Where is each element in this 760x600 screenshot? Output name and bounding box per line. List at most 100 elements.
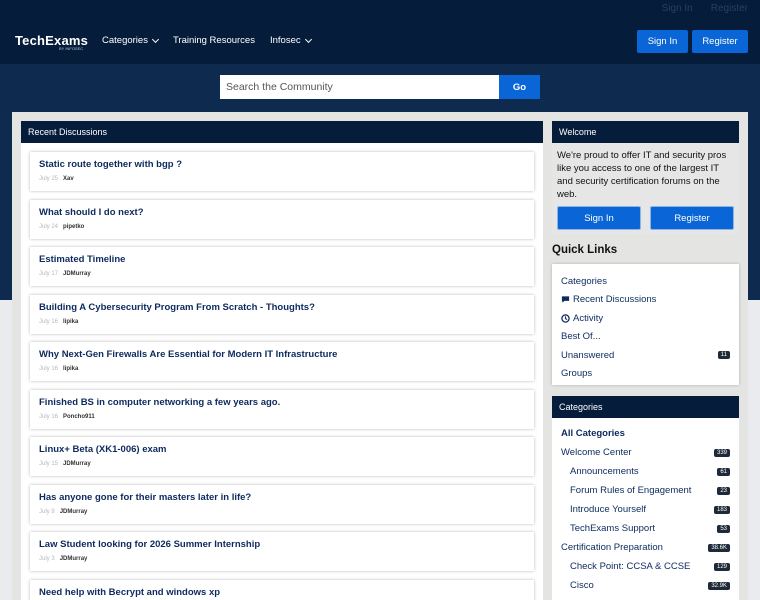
discussion-title-link[interactable]: Has anyone gone for their masters later … [39,492,525,503]
discussion-title-link[interactable]: Building A Cybersecurity Program From Sc… [39,302,525,313]
category-item[interactable]: Certification Preparation 38.6K [561,538,730,557]
discussion-author-link[interactable]: lipika [63,366,78,372]
discussion-title-link[interactable]: Law Student looking for 2026 Summer Inte… [39,539,525,550]
nav-training-resources[interactable]: Training Resources [173,35,255,46]
welcome-register-button[interactable]: Register [650,206,734,230]
category-item[interactable]: Announcements 61 [561,462,730,481]
category-label: Check Point: CCSA & CCSE [570,561,691,572]
search-input[interactable] [220,75,499,99]
nav-training-label: Training Resources [172,35,255,46]
welcome-header: Welcome [552,121,739,143]
quick-link-label: Categories [561,275,607,287]
category-item[interactable]: All Categories [561,424,730,443]
nav-infosec-label: Infosec [269,35,301,46]
discussion-date: July 25 [39,176,59,182]
discussion-author-link[interactable]: JDMurray [63,461,91,467]
discussion-meta: July 8 JDMurray [39,509,525,515]
discussion-author-link[interactable]: JDMurray [63,271,91,277]
category-label: Cisco [570,580,594,591]
welcome-signin-button[interactable]: Sign In [557,206,641,230]
signin-button[interactable]: Sign In [637,30,688,53]
discussion-title-link[interactable]: Static route together with bgp ? [39,159,525,170]
register-button[interactable]: Register [692,30,748,53]
discussion-item: Why Next-Gen Firewalls Are Essential for… [30,342,534,381]
category-item[interactable]: Welcome Center 339 [561,443,730,462]
quick-link-label: Recent Discussions [573,294,657,306]
category-item[interactable]: TechExams Support 53 [561,519,730,538]
discussion-meta: July 17 JDMurray [39,271,525,277]
categories-box: Categories All Categories Welcome Center 3… [552,396,739,600]
discussion-meta: July 25 Xav [39,176,525,182]
discussion-list: Static route together with bgp ? July 25 X… [21,143,543,600]
discussion-title-link[interactable]: Why Next-Gen Firewalls Are Essential for… [39,349,525,360]
quick-link-item[interactable]: Recent Discussions [561,291,730,310]
count-badge: 11 [717,351,730,360]
discussion-date: July 16 [39,413,59,420]
category-item[interactable]: Introduce Yourself 183 [561,500,730,519]
discussion-date: July 15 [39,461,59,467]
category-item[interactable]: Cisco 32.9K [561,576,730,595]
top-signin-link[interactable]: Sign In [662,3,693,14]
recent-discussions-header: Recent Discussions [21,121,543,143]
quick-links-title: Quick Links [552,244,618,256]
discussion-item: Has anyone gone for their masters later … [30,484,534,524]
nav-categories-label: Categories [102,35,148,46]
discussion-author-link[interactable]: lipika [63,319,78,325]
chevron-down-icon [151,35,159,43]
quick-link-item[interactable]: Categories [561,272,730,291]
category-label: Certification Preparation [561,542,663,553]
quick-links-list: Categories Recent Discussions Activity Best… [552,264,739,385]
count-badge: 183 [713,505,730,514]
discussion-title-link[interactable]: Linux+ Beta (XK1-006) exam [39,444,525,455]
top-strip: Sign In Register [0,0,760,20]
count-badge: 23 [717,486,730,495]
top-register-link[interactable]: Register [711,3,748,14]
discussion-title-link[interactable]: Need help with Becrypt and windows xp [39,587,525,598]
discussion-date: July 16 [39,366,59,372]
search-bar: Go [220,75,540,99]
discussion-title-link[interactable]: Finished BS in computer networking a few… [39,397,525,408]
category-item[interactable]: Forum Rules of Engagement 23 [561,481,730,500]
categories-list: All Categories Welcome Center 339 Announcem… [552,418,739,600]
logo-subtitle: BY INFOSEC [59,46,84,51]
nav-categories[interactable]: Categories [102,35,159,46]
category-item[interactable] [561,595,730,600]
categories-header: Categories [552,396,739,418]
count-badge: 32.9K [708,581,730,590]
discussion-meta: July 24 pipetko [39,224,525,230]
nav-infosec[interactable]: Infosec [269,35,312,46]
count-badge: 53 [717,524,730,533]
top-links: Sign In Register [662,3,748,14]
quick-link-item[interactable]: Best Of... [561,328,730,347]
discussion-date: July 3 [39,556,55,562]
discussion-author-link[interactable]: Poncho911 [63,414,95,420]
discussion-author-link[interactable]: Xav [63,176,74,182]
category-label: Announcements [570,466,639,477]
sidebar: Welcome We're proud to offer IT and secu… [552,121,739,600]
discussion-item: Building A Cybersecurity Program From Sc… [30,294,534,334]
discussion-title-link[interactable]: Estimated Timeline [39,254,525,265]
discussion-item: Linux+ Beta (XK1-006) exam July 15 JDMurra… [30,437,534,476]
welcome-box: Welcome We're proud to offer IT and secu… [552,121,739,234]
discussion-author-link[interactable]: JDMurray [60,556,88,562]
count-badge: 38.6K [708,543,730,552]
category-label: Forum Rules of Engagement [570,485,692,496]
search-go-button[interactable]: Go [499,75,540,99]
count-badge: 61 [717,467,730,476]
quick-link-item[interactable]: Unanswered 11 [561,346,730,365]
category-item[interactable]: Check Point: CCSA & CCSE 129 [561,557,730,576]
welcome-buttons: Sign In Register [557,206,734,230]
discussion-item: Law Student looking for 2026 Summer Inte… [30,532,534,571]
category-label: All Categories [561,428,625,439]
quick-link-label: Unanswered [561,349,615,361]
discussion-meta: July 16 lipika [39,319,525,325]
discussion-item: Static route together with bgp ? July 25 X… [30,152,534,191]
quick-link-item[interactable]: Activity [561,309,730,328]
discussion-meta: July 16 Poncho911 [39,414,525,420]
discussion-author-link[interactable]: pipetko [63,224,84,230]
discussion-date: July 17 [39,271,59,277]
discussion-author-link[interactable]: JDMurray [60,509,88,515]
quick-link-item[interactable]: Groups [561,365,730,384]
recent-discussions: Recent Discussions Static route together… [21,121,543,600]
discussion-title-link[interactable]: What should I do next? [39,207,525,218]
